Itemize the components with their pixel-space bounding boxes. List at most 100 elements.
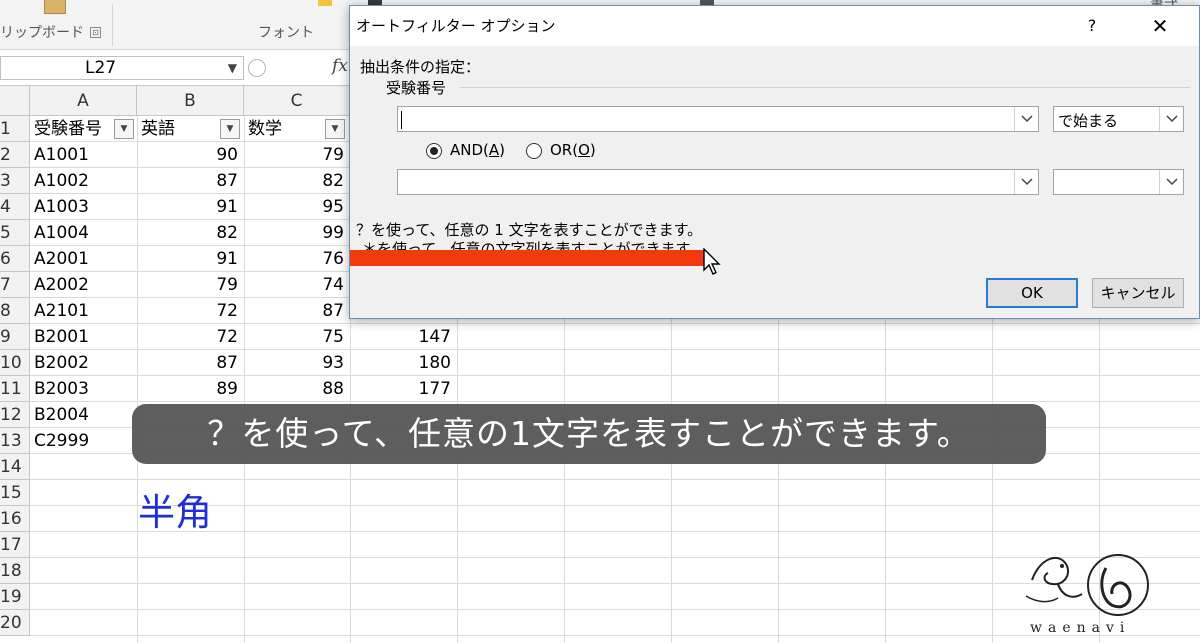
help-icon[interactable]: ? (1080, 14, 1104, 38)
filter-dropdown-icon[interactable]: ▼ (325, 119, 345, 139)
cell-exam-number[interactable]: B2004 (30, 402, 137, 428)
paste-icon[interactable] (44, 0, 66, 14)
row-header-20[interactable]: 20 (0, 610, 30, 636)
row-header-1[interactable]: 1 (0, 116, 30, 142)
row-header-12[interactable]: 12 (0, 402, 30, 428)
cell-exam-number[interactable]: A2002 (30, 272, 137, 298)
chevron-down-icon[interactable] (1159, 107, 1183, 131)
column-header-b[interactable]: B (137, 86, 244, 116)
clipboard-launcher-icon[interactable]: ⊡ (90, 27, 101, 38)
cell-exam-number[interactable]: C2999 (30, 428, 137, 454)
cell-math[interactable]: 74 (244, 272, 350, 298)
row-header-15[interactable]: 15 (0, 480, 30, 506)
autofilter-options-dialog: オートフィルター オプション ? ✕ 抽出条件の指定： 受験番号 で始まる AN… (349, 5, 1200, 319)
chevron-down-icon[interactable] (1014, 107, 1038, 131)
cell-english[interactable]: 91 (137, 246, 244, 272)
group-divider (460, 87, 1190, 88)
row-header-11[interactable]: 11 (0, 376, 30, 402)
cell-english[interactable]: 87 (137, 168, 244, 194)
cell-math[interactable]: 95 (244, 194, 350, 220)
row-header-2[interactable]: 2 (0, 142, 30, 168)
cell-math[interactable]: 79 (244, 142, 350, 168)
cell-math[interactable]: 88 (244, 376, 350, 402)
criteria-value-input-1[interactable] (397, 106, 1039, 132)
criteria-value-input-2[interactable] (397, 169, 1039, 195)
cell-english[interactable]: 90 (137, 142, 244, 168)
cell-english[interactable]: 72 (137, 298, 244, 324)
row-header-6[interactable]: 6 (0, 246, 30, 272)
and-accesskey: A (488, 141, 500, 159)
cell-english[interactable]: 89 (137, 376, 244, 402)
row-header-19[interactable]: 19 (0, 584, 30, 610)
row-header-4[interactable]: 4 (0, 194, 30, 220)
row-header-9[interactable]: 9 (0, 324, 30, 350)
operator-select-2[interactable] (1053, 169, 1184, 195)
column-header-a[interactable]: A (30, 86, 137, 116)
close-icon[interactable]: ✕ (1146, 12, 1174, 40)
cancel-button[interactable]: キャンセル (1092, 278, 1184, 308)
field-name-label: 受験番号 (386, 79, 447, 97)
filter-dropdown-icon[interactable]: ▼ (114, 119, 134, 139)
header-cell-math[interactable]: 数学 (244, 116, 324, 142)
or-radio[interactable] (526, 143, 542, 159)
cell-math[interactable]: 82 (244, 168, 350, 194)
hint-question-mark: ？を使って、任意の 1 文字を表すことができます。 (356, 221, 703, 239)
or-radio-label[interactable]: OR(O) (550, 141, 596, 159)
insert-function-icon[interactable]: fx (332, 56, 348, 76)
name-box-dropdown-icon[interactable]: ▼ (228, 57, 237, 79)
cell-exam-number[interactable]: A1001 (30, 142, 137, 168)
criteria-label: 抽出条件の指定： (360, 58, 481, 76)
row-header-14[interactable]: 14 (0, 454, 30, 480)
operator-value-1: で始まる (1058, 112, 1119, 130)
cell-math[interactable]: 87 (244, 298, 350, 324)
cell-exam-number[interactable]: A2101 (30, 298, 137, 324)
select-all-corner[interactable] (0, 86, 30, 116)
row-header-8[interactable]: 8 (0, 298, 30, 324)
ribbon-separator (112, 4, 113, 46)
cell-exam-number[interactable]: A1002 (30, 168, 137, 194)
highlight-color-icon[interactable] (318, 0, 332, 6)
row-header-10[interactable]: 10 (0, 350, 30, 376)
row-header-17[interactable]: 17 (0, 532, 30, 558)
name-box[interactable]: L27 ▼ (0, 56, 244, 80)
cell-math[interactable]: 76 (244, 246, 350, 272)
cell-english[interactable]: 91 (137, 194, 244, 220)
logo-wordmark: waenavi (1030, 620, 1131, 636)
header-cell-english[interactable]: 英語 (137, 116, 221, 142)
column-header-c[interactable]: C (244, 86, 350, 116)
cell-total[interactable]: 180 (350, 350, 457, 376)
cell-exam-number[interactable]: A1004 (30, 220, 137, 246)
cell-exam-number[interactable]: B2002 (30, 350, 137, 376)
row-header-16[interactable]: 16 (0, 506, 30, 532)
cell-math[interactable]: 75 (244, 324, 350, 350)
cell-english[interactable]: 87 (137, 350, 244, 376)
filter-dropdown-icon[interactable]: ▼ (220, 119, 240, 139)
chevron-down-icon[interactable] (1014, 170, 1038, 194)
row-header-18[interactable]: 18 (0, 558, 30, 584)
cell-math[interactable]: 93 (244, 350, 350, 376)
cell-total[interactable]: 147 (350, 324, 457, 350)
cell-exam-number[interactable]: A1003 (30, 194, 137, 220)
cell-math[interactable]: 99 (244, 220, 350, 246)
cell-english[interactable]: 79 (137, 272, 244, 298)
and-radio[interactable] (426, 143, 442, 159)
chevron-down-icon[interactable] (1159, 170, 1183, 194)
and-paren: ) (499, 141, 506, 159)
annotation-text: 半角 (138, 491, 212, 534)
row-header-5[interactable]: 5 (0, 220, 30, 246)
cell-exam-number[interactable]: B2003 (30, 376, 137, 402)
row-header-3[interactable]: 3 (0, 168, 30, 194)
ok-button[interactable]: OK (986, 278, 1078, 308)
operator-select-1[interactable]: で始まる (1053, 106, 1184, 132)
header-cell-exam-number[interactable]: 受験番号 (30, 116, 114, 142)
and-radio-label[interactable]: AND(A) (450, 141, 505, 159)
cell-total[interactable]: 177 (350, 376, 457, 402)
row-header-13[interactable]: 13 (0, 428, 30, 454)
formula-bar-handle-icon[interactable] (248, 59, 266, 77)
or-paren: ) (589, 141, 596, 159)
cell-exam-number[interactable]: A2001 (30, 246, 137, 272)
row-header-7[interactable]: 7 (0, 272, 30, 298)
cell-english[interactable]: 82 (137, 220, 244, 246)
cell-exam-number[interactable]: B2001 (30, 324, 137, 350)
cell-english[interactable]: 72 (137, 324, 244, 350)
